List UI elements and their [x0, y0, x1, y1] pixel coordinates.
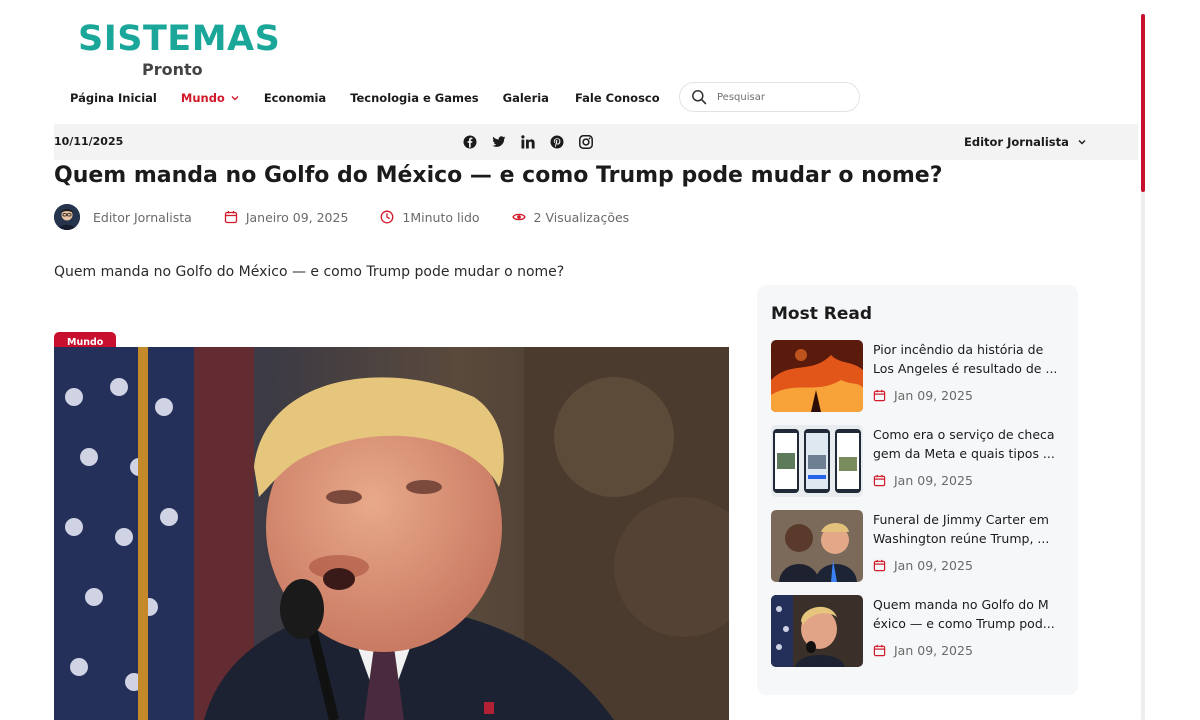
- facebook-icon[interactable]: [462, 134, 477, 149]
- most-read-date-label: Jan 09, 2025: [894, 388, 973, 403]
- publish-date: Janeiro 09, 2025: [224, 209, 349, 225]
- most-read-date-label: Jan 09, 2025: [894, 473, 973, 488]
- most-read-date: Jan 09, 2025: [873, 388, 973, 403]
- article-thumbnail[interactable]: [771, 340, 863, 412]
- article-thumbnail[interactable]: [771, 595, 863, 667]
- most-read-date-label: Jan 09, 2025: [894, 643, 973, 658]
- read-time: 1Minuto lido: [380, 209, 480, 225]
- article-lead: Quem manda no Golfo do México — e como T…: [54, 264, 565, 280]
- read-time-label: 1Minuto lido: [402, 209, 480, 225]
- article-thumbnail[interactable]: [771, 425, 863, 497]
- article-thumbnail[interactable]: [771, 510, 863, 582]
- search-box: [679, 82, 860, 112]
- most-read-title[interactable]: Quem manda no Golfo do M éxico — e como …: [873, 595, 1067, 633]
- most-read-date: Jan 09, 2025: [873, 643, 973, 658]
- avatar[interactable]: [54, 204, 80, 230]
- social-links: [462, 134, 607, 149]
- most-read-item[interactable]: Pior incêndio da história de Los Angeles…: [771, 340, 1071, 412]
- most-read-item[interactable]: Funeral de Jimmy Carter em Washington re…: [771, 510, 1071, 582]
- nav-label: Mundo: [180, 91, 225, 105]
- most-read-item[interactable]: Como era o serviço de checa gem da Meta …: [771, 425, 1071, 497]
- article-title: Quem manda no Golfo do México — e como T…: [54, 163, 943, 188]
- nav-item-mundo[interactable]: Mundo: [181, 91, 240, 105]
- search-input[interactable]: [717, 91, 847, 103]
- main-nav: Página Inicial Mundo Economia Tecnologia…: [70, 89, 684, 107]
- editor-dropdown[interactable]: Editor Jornalista: [964, 135, 1087, 149]
- eye-icon: [511, 213, 526, 221]
- calendar-icon: [224, 211, 237, 224]
- author-label: Editor Jornalista: [93, 209, 192, 225]
- logo-main-text: SISTEMAS: [78, 19, 281, 59]
- chevron-down-icon: [231, 96, 239, 101]
- instagram-icon[interactable]: [578, 134, 593, 149]
- nav-item-fale-conosco[interactable]: Fale Conosco: [575, 91, 660, 105]
- most-read-sidebar: Most Read Pior incêndio da história de L…: [757, 285, 1078, 695]
- editor-dropdown-label: Editor Jornalista: [964, 135, 1069, 149]
- nav-item-tecnologia-e-games[interactable]: Tecnologia e Games: [350, 91, 478, 105]
- calendar-icon: [873, 559, 886, 572]
- nav-label: Tecnologia e Games: [350, 91, 479, 105]
- most-read-date: Jan 09, 2025: [873, 473, 973, 488]
- nav-label: Economia: [263, 91, 327, 105]
- publish-date-label: Janeiro 09, 2025: [245, 209, 349, 225]
- twitter-icon[interactable]: [491, 134, 506, 149]
- nav-label: Página Inicial: [70, 91, 157, 105]
- nav-label: Galeria: [502, 91, 549, 105]
- most-read-date-label: Jan 09, 2025: [894, 558, 973, 573]
- view-count: 2 Visualizações: [511, 209, 630, 225]
- calendar-icon: [873, 389, 886, 402]
- article-meta: Editor Jornalista Janeiro 09, 2025 1Minu…: [54, 204, 661, 230]
- sidebar-title: Most Read: [771, 304, 873, 324]
- hero-image: [54, 347, 729, 720]
- most-read-item[interactable]: Quem manda no Golfo do M éxico — e como …: [771, 595, 1071, 667]
- calendar-icon: [873, 474, 886, 487]
- clock-icon: [380, 210, 394, 224]
- pinterest-icon[interactable]: [549, 134, 564, 149]
- info-strip: 10/11/2025 Editor Jornalista: [54, 124, 1138, 160]
- logo-sub-text: Pronto: [142, 60, 203, 79]
- nav-item-galeria[interactable]: Galeria: [503, 91, 549, 105]
- most-read-title[interactable]: Pior incêndio da história de Los Angeles…: [873, 340, 1067, 378]
- chevron-down-icon: [1078, 140, 1086, 145]
- author-name[interactable]: Editor Jornalista: [93, 210, 192, 225]
- view-count-label: 2 Visualizações: [533, 209, 630, 225]
- most-read-title[interactable]: Funeral de Jimmy Carter em Washington re…: [873, 510, 1067, 548]
- linkedin-icon[interactable]: [520, 134, 535, 149]
- most-read-date: Jan 09, 2025: [873, 558, 973, 573]
- current-date: 10/11/2025: [54, 135, 124, 148]
- search-icon[interactable]: [691, 89, 707, 105]
- nav-item-pagina-inicial[interactable]: Página Inicial: [70, 91, 157, 105]
- calendar-icon: [873, 644, 886, 657]
- scrollbar-thumb[interactable]: [1141, 14, 1145, 192]
- nav-item-economia[interactable]: Economia: [264, 91, 326, 105]
- nav-label: Fale Conosco: [574, 91, 660, 105]
- site-logo[interactable]: SISTEMAS Pronto: [78, 19, 281, 82]
- most-read-title[interactable]: Como era o serviço de checa gem da Meta …: [873, 425, 1067, 463]
